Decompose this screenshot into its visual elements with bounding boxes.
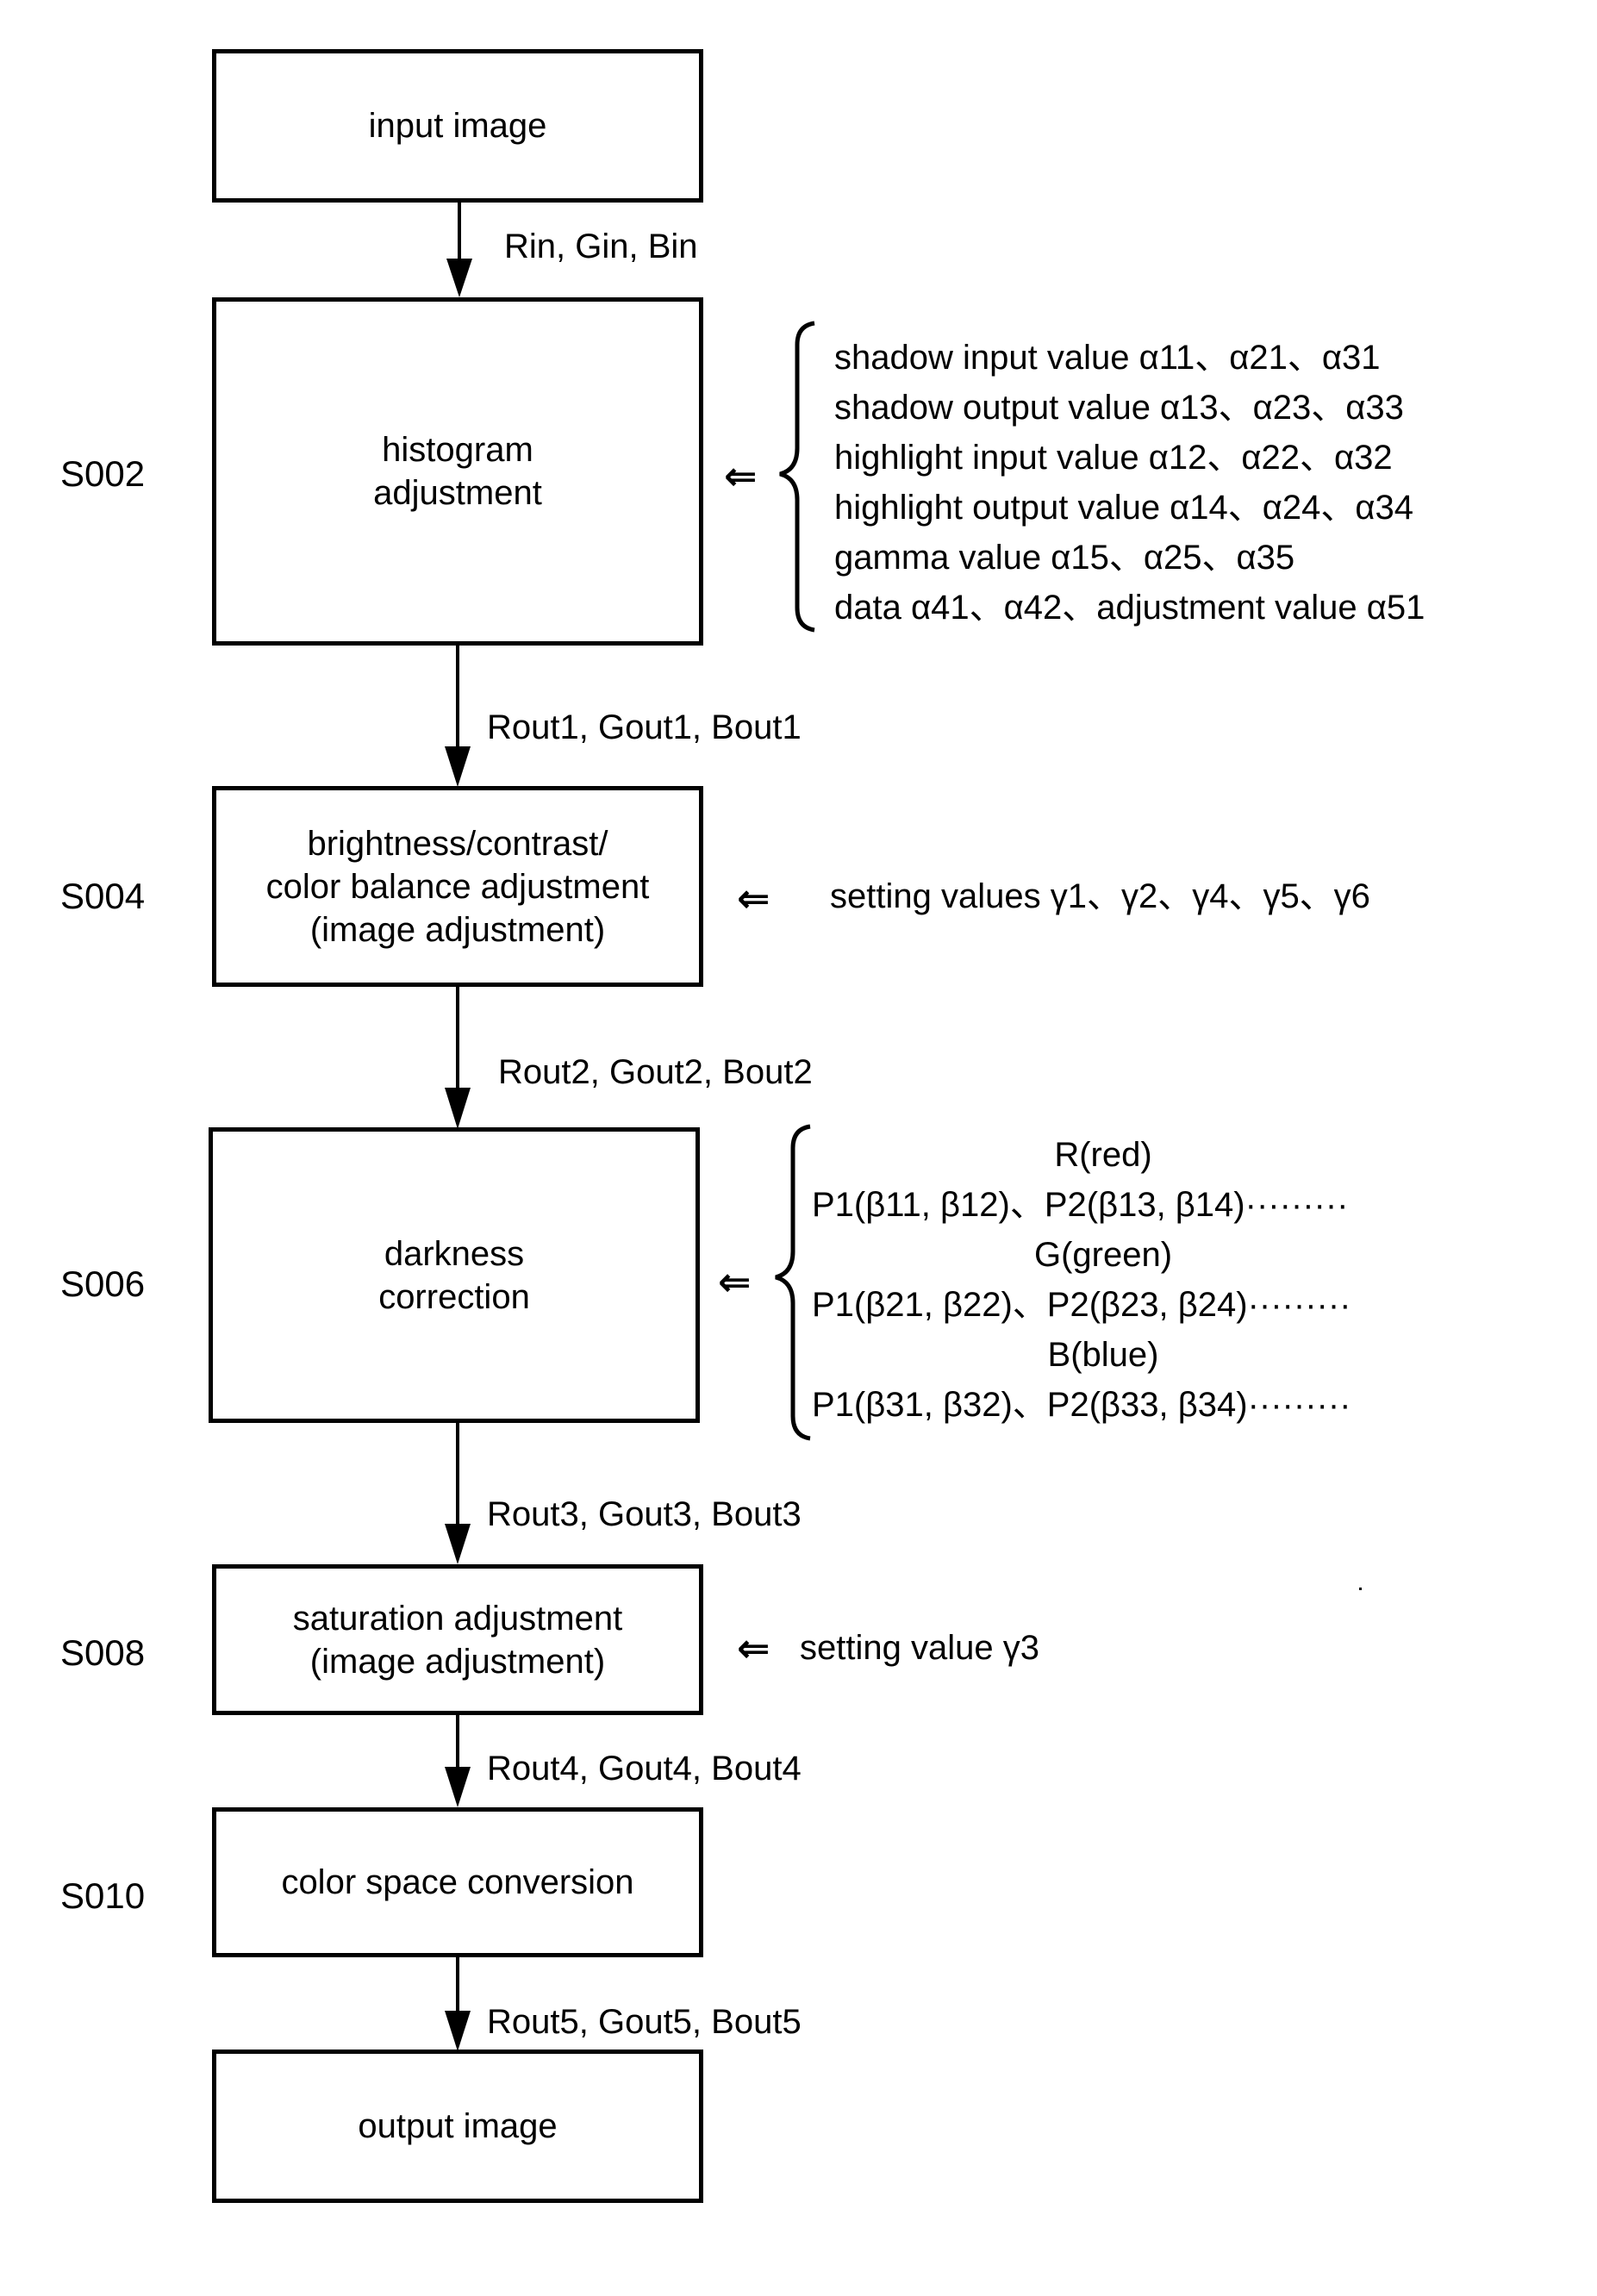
param-s004: setting values γ1、γ2、γ4、γ5、γ6 xyxy=(830,877,1370,915)
arrowhead-s010-output xyxy=(445,2011,471,2051)
step-label-s008: S008 xyxy=(60,1632,146,1673)
param-s002-highlight-input: highlight input value α12、α22、α32 xyxy=(834,439,1393,477)
param-s006-green-points: P1(β21, β22)、P2(β23, β24)········· xyxy=(812,1286,1351,1324)
edge-label-rgb-out4: Rout4, Gout4, Bout4 xyxy=(487,1750,802,1788)
param-s002-gamma: gamma value α15、α25、α35 xyxy=(834,539,1295,577)
scan-speck xyxy=(1359,1588,1362,1590)
node-label: saturation adjustment (image adjustment) xyxy=(292,1599,623,1681)
step-label-s010: S010 xyxy=(60,1875,146,1916)
input-arrow-icon-s006: ⇐ xyxy=(718,1259,752,1304)
node-label: brightness/contrast/ color balance adjus… xyxy=(265,824,650,949)
brace-s002 xyxy=(779,321,815,633)
param-s002-highlight-output: highlight output value α14、α24、α34 xyxy=(834,489,1414,527)
brace-s006 xyxy=(775,1124,811,1441)
node-darkness-correction: darkness correction xyxy=(209,1127,700,1423)
node-label: output image xyxy=(358,2107,558,2145)
edge-label-rgb-in: Rin, Gin, Bin xyxy=(504,228,698,265)
param-s008: setting value γ3 xyxy=(800,1629,1039,1667)
node-input-image: input image xyxy=(212,49,703,203)
edge-label-rgb-out3: Rout3, Gout3, Bout3 xyxy=(487,1495,802,1533)
step-label-s004: S004 xyxy=(60,876,146,916)
param-s006-blue-points: P1(β31, β32)、P2(β33, β34)········· xyxy=(812,1386,1351,1424)
step-label-s006: S006 xyxy=(60,1263,146,1304)
param-s002-shadow-input: shadow input value α11、α21、α31 xyxy=(834,339,1381,377)
node-label: input image xyxy=(368,107,547,145)
arrowhead-s008-s010 xyxy=(445,1767,471,1807)
param-s006-red-header: R(red) xyxy=(1054,1136,1152,1174)
node-histogram-adjustment: histogram adjustment xyxy=(212,297,703,646)
input-arrow-icon-s002: ⇐ xyxy=(724,453,758,498)
arrowhead-s004-s006 xyxy=(445,1088,471,1129)
node-brightness-contrast-color-balance: brightness/contrast/ color balance adjus… xyxy=(212,786,703,987)
param-s006-blue-header: B(blue) xyxy=(1047,1336,1159,1374)
step-label-s002: S002 xyxy=(60,453,146,494)
param-s006-green-header: G(green) xyxy=(1033,1236,1173,1274)
arrowhead-s006-s008 xyxy=(445,1524,471,1564)
node-label: darkness correction xyxy=(378,1234,530,1316)
arrowhead-s002-s004 xyxy=(445,746,471,787)
edge-label-rgb-out2: Rout2, Gout2, Bout2 xyxy=(498,1053,813,1091)
arrowhead-input-s002 xyxy=(446,259,472,297)
node-saturation-adjustment: saturation adjustment (image adjustment) xyxy=(212,1564,703,1715)
node-label: color space conversion xyxy=(281,1863,634,1901)
node-color-space-conversion: color space conversion xyxy=(212,1807,703,1957)
param-s002-shadow-output: shadow output value α13、α23、α33 xyxy=(834,389,1404,427)
edge-label-rgb-out5: Rout5, Gout5, Bout5 xyxy=(487,2003,802,2041)
param-s002-data-adjustment: data α41、α42、adjustment value α51 xyxy=(834,589,1425,627)
edge-label-rgb-out1: Rout1, Gout1, Bout1 xyxy=(487,708,802,746)
node-output-image: output image xyxy=(212,2050,703,2203)
input-arrow-icon-s004: ⇐ xyxy=(737,876,770,920)
node-label: histogram adjustment xyxy=(373,431,542,512)
input-arrow-icon-s008: ⇐ xyxy=(737,1625,770,1670)
param-s006-red-points: P1(β11, β12)、P2(β13, β14)········· xyxy=(812,1186,1349,1224)
